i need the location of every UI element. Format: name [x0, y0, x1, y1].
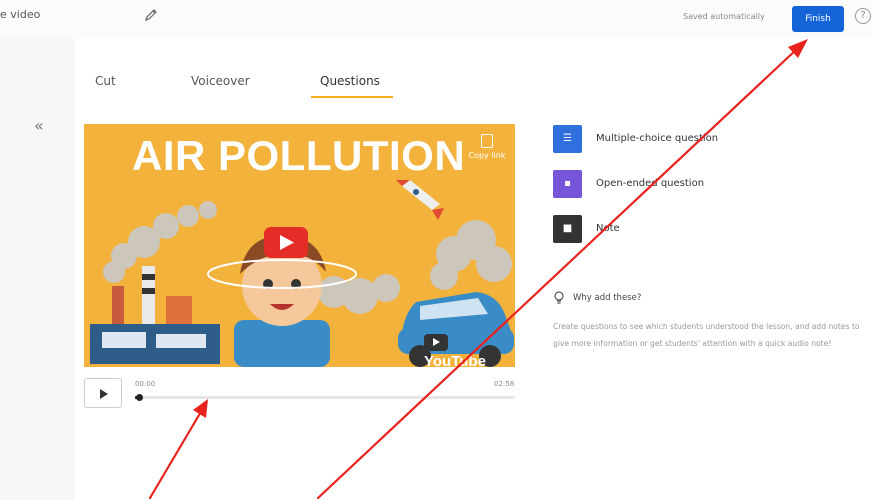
- annotation-arrowhead-finish: [788, 39, 808, 58]
- help-icon[interactable]: ?: [855, 8, 871, 24]
- youtube-wordmark: YouTube: [424, 353, 486, 367]
- collapse-chevron-icon[interactable]: «: [34, 116, 44, 135]
- save-status: Saved automatically: [683, 12, 765, 21]
- tab-questions[interactable]: Questions: [320, 74, 380, 88]
- video-player[interactable]: AIR POLLUTION Copy link YouTube: [84, 124, 515, 367]
- pencil-icon[interactable]: [144, 7, 158, 26]
- chat-bubble-icon: ▪: [553, 170, 582, 198]
- top-bar: e video Saved automatically Finish ?: [0, 0, 873, 38]
- player-controls: 00:00 02:58: [84, 378, 515, 410]
- current-time: 00:00: [135, 380, 156, 388]
- seek-bar[interactable]: [135, 394, 515, 401]
- active-tab-indicator: [311, 96, 393, 98]
- video-title: e video: [0, 8, 41, 21]
- youtube-watermark: YouTube: [424, 332, 515, 367]
- seek-handle[interactable]: [135, 394, 143, 401]
- add-multiple-choice-button[interactable]: ☰ Multiple-choice question: [553, 125, 803, 153]
- video-title-text: AIR POLLUTION: [132, 132, 466, 179]
- note-icon: ■: [553, 215, 582, 243]
- tab-voiceover[interactable]: Voiceover: [191, 74, 250, 88]
- info-title: Why add these?: [573, 293, 642, 303]
- add-open-ended-button[interactable]: ▪ Open-ended question: [553, 170, 803, 198]
- finish-button[interactable]: Finish: [792, 6, 844, 32]
- youtube-play-icon: [424, 334, 448, 351]
- duration: 02:58: [494, 380, 515, 388]
- add-note-button[interactable]: ■ Note: [553, 215, 803, 243]
- play-button[interactable]: [84, 378, 122, 408]
- left-sidebar: «: [0, 38, 74, 500]
- copy-icon: [481, 134, 493, 148]
- tab-cut[interactable]: Cut: [95, 74, 116, 88]
- lightbulb-icon: [553, 291, 565, 308]
- option-label: Open-ended question: [596, 178, 705, 189]
- option-label: Note: [596, 223, 620, 234]
- annotation-arrow-seekbar: [148, 408, 204, 500]
- copy-link-label: Copy link: [468, 151, 506, 160]
- list-icon: ☰: [553, 125, 582, 153]
- option-label: Multiple-choice question: [596, 133, 719, 144]
- copy-link-button[interactable]: Copy link: [467, 134, 507, 160]
- info-text: Create questions to see which students u…: [553, 322, 860, 348]
